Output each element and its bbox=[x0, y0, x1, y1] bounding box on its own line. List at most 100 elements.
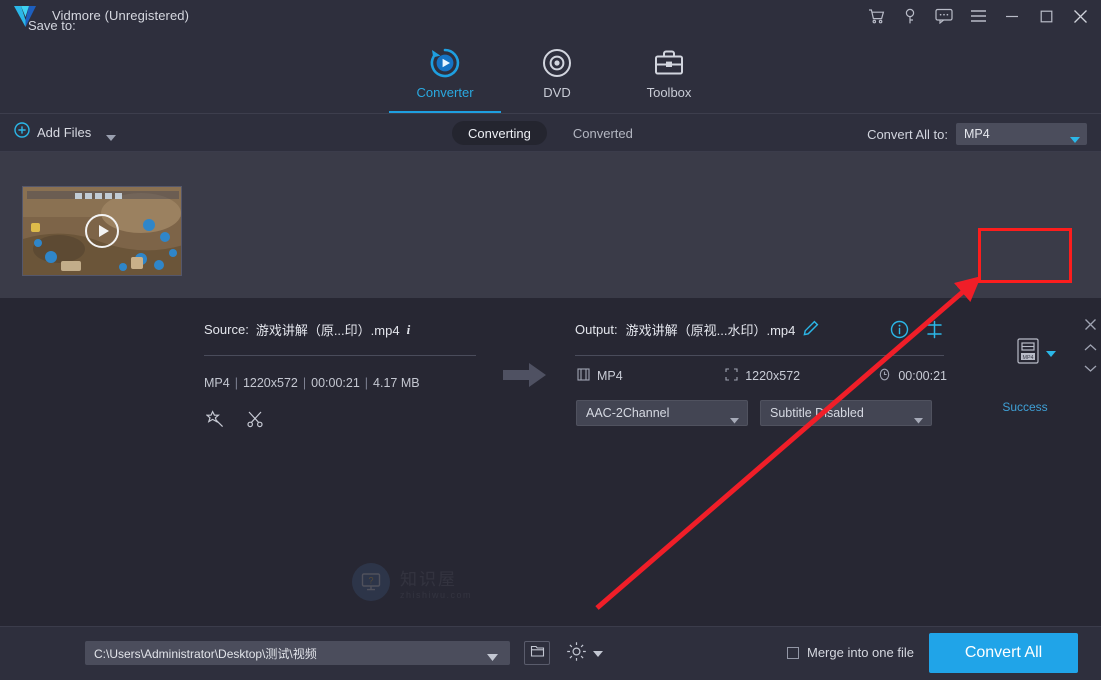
source-prefix: Source: bbox=[204, 322, 249, 337]
output-track-selects: AAC-2Channel Subtitle Disabled bbox=[576, 400, 932, 426]
remove-file-icon[interactable] bbox=[1084, 318, 1097, 336]
segment-converting-label: Converting bbox=[468, 125, 531, 141]
settings-gear-icon bbox=[565, 640, 588, 668]
svg-text:?: ? bbox=[368, 575, 373, 585]
main-tab-bar: Converter DVD Toolbox bbox=[0, 32, 1101, 114]
feedback-icon[interactable] bbox=[927, 0, 961, 32]
converter-toolbar: Add Files Converting Converted Convert A… bbox=[0, 114, 1101, 152]
merge-into-one-file-checkbox[interactable]: Merge into one file bbox=[787, 645, 914, 660]
window-controls bbox=[859, 0, 1097, 32]
close-icon[interactable] bbox=[1063, 0, 1097, 32]
open-folder-icon bbox=[530, 644, 545, 663]
save-path-dropdown-caret[interactable] bbox=[487, 649, 498, 667]
output-action-icons bbox=[890, 320, 944, 344]
info-circle-icon[interactable] bbox=[890, 320, 909, 344]
converting-converted-switch: Converting Converted bbox=[452, 121, 649, 145]
checkbox-icon[interactable] bbox=[787, 646, 799, 659]
output-format: MP4 bbox=[597, 369, 623, 383]
output-resolution-group: 1220x572 bbox=[725, 368, 878, 384]
vidmore-window: Vidmore (Unregistered) Converter DVD Too… bbox=[0, 0, 1101, 680]
chevron-down-icon bbox=[730, 411, 739, 429]
tab-converter-label: Converter bbox=[416, 85, 474, 100]
subtitle-track-select[interactable]: Subtitle Disabled bbox=[760, 400, 932, 426]
resize-icon bbox=[725, 368, 738, 384]
source-filename: 游戏讲解（原...印）.mp4 bbox=[255, 323, 400, 338]
right-arrow-icon bbox=[503, 362, 547, 393]
svg-text:MP4: MP4 bbox=[1022, 355, 1033, 361]
tab-dvd-label: DVD bbox=[543, 85, 571, 100]
output-prefix: Output: bbox=[575, 322, 618, 337]
add-files-button[interactable]: Add Files bbox=[14, 122, 91, 143]
output-divider bbox=[575, 355, 944, 356]
audio-track-select[interactable]: AAC-2Channel bbox=[576, 400, 748, 426]
cart-icon[interactable] bbox=[859, 0, 893, 32]
output-file-info: Output: 游戏讲解（原视...水印）.mp4 bbox=[575, 320, 819, 339]
add-files-dropdown-caret[interactable] bbox=[106, 129, 116, 147]
chevron-down-icon bbox=[914, 411, 923, 429]
clock-icon bbox=[878, 368, 891, 384]
edit-magic-wand-icon[interactable] bbox=[205, 410, 224, 433]
chevron-down-icon bbox=[1070, 131, 1080, 149]
converter-icon bbox=[428, 42, 462, 84]
convert-all-button[interactable]: Convert All bbox=[929, 633, 1078, 673]
output-metadata: MP4 1220x572 00:00:21 bbox=[577, 368, 947, 384]
status-badge: Success bbox=[1002, 400, 1048, 414]
title-bar: Vidmore (Unregistered) bbox=[0, 0, 1101, 32]
tab-converter[interactable]: Converter bbox=[389, 32, 501, 114]
source-format: MP4 bbox=[204, 376, 230, 390]
play-button-icon[interactable] bbox=[85, 214, 119, 248]
info-italic-icon[interactable]: i bbox=[407, 322, 411, 338]
video-thumbnail[interactable] bbox=[22, 186, 182, 276]
convert-all-to-label: Convert All to: bbox=[867, 126, 948, 142]
source-duration: 00:00:21 bbox=[311, 376, 360, 390]
convert-all-to-select[interactable]: MP4 bbox=[956, 123, 1087, 145]
segment-converted-label: Converted bbox=[572, 125, 633, 141]
tab-toolbox-label: Toolbox bbox=[646, 85, 692, 100]
merge-split-icon[interactable] bbox=[925, 320, 944, 344]
audio-track-value: AAC-2Channel bbox=[586, 406, 670, 420]
output-settings-button[interactable] bbox=[565, 640, 603, 668]
monitor-question-icon: ? bbox=[352, 563, 390, 601]
mp4-format-button[interactable]: MP4 bbox=[1016, 338, 1056, 369]
file-row-controls bbox=[1084, 318, 1097, 378]
segment-converted[interactable]: Converted bbox=[557, 121, 649, 145]
mp4-format-icon: MP4 bbox=[1016, 338, 1040, 369]
key-icon[interactable] bbox=[893, 0, 927, 32]
tab-toolbox[interactable]: Toolbox bbox=[613, 32, 725, 114]
source-filesize: 4.17 MB bbox=[373, 376, 420, 390]
move-up-icon[interactable] bbox=[1084, 339, 1097, 357]
film-icon bbox=[577, 368, 590, 384]
plus-circle-icon bbox=[14, 122, 30, 143]
toolbox-icon bbox=[653, 42, 685, 84]
minimize-icon[interactable] bbox=[995, 0, 1029, 32]
subtitle-track-value: Subtitle Disabled bbox=[770, 406, 864, 420]
trim-scissors-icon[interactable] bbox=[246, 410, 264, 433]
source-metadata: MP4 | 1220x572 | 00:00:21 | 4.17 MB bbox=[204, 376, 420, 390]
output-format-group: MP4 bbox=[577, 368, 725, 384]
status-highlight-box bbox=[978, 228, 1072, 283]
move-down-icon[interactable] bbox=[1084, 360, 1097, 378]
source-file-info: Source: 游戏讲解（原...印）.mp4 i bbox=[204, 320, 476, 339]
browse-folder-button[interactable] bbox=[524, 641, 550, 665]
source-tool-buttons bbox=[205, 410, 264, 433]
convert-all-to-value: MP4 bbox=[964, 127, 990, 141]
watermark-en-text: zhishiwu.com bbox=[400, 589, 473, 600]
chevron-down-icon bbox=[593, 645, 603, 663]
tab-dvd[interactable]: DVD bbox=[501, 32, 613, 114]
add-files-label: Add Files bbox=[37, 125, 92, 140]
menu-icon[interactable] bbox=[961, 0, 995, 32]
maximize-icon[interactable] bbox=[1029, 0, 1063, 32]
output-resolution: 1220x572 bbox=[745, 369, 801, 383]
save-path-value: C:\Users\Administrator\Desktop\测试\视频 bbox=[94, 646, 317, 661]
pencil-edit-icon[interactable] bbox=[803, 320, 819, 339]
source-resolution: 1220x572 bbox=[242, 376, 298, 390]
source-divider bbox=[204, 355, 476, 356]
convert-all-to-group: Convert All to: MP4 bbox=[867, 123, 1087, 145]
output-filename: 游戏讲解（原视...水印）.mp4 bbox=[625, 323, 796, 338]
save-to-label: Save to: bbox=[28, 18, 76, 33]
page-watermark: ? 知识屋 zhishiwu.com bbox=[352, 560, 492, 604]
chevron-down-icon bbox=[1046, 345, 1056, 363]
segment-converting[interactable]: Converting bbox=[452, 121, 547, 145]
save-path-input[interactable]: C:\Users\Administrator\Desktop\测试\视频 bbox=[85, 641, 510, 665]
file-row: Source: 游戏讲解（原...印）.mp4 i MP4 | 1220x572 | 0… bbox=[0, 152, 1101, 428]
